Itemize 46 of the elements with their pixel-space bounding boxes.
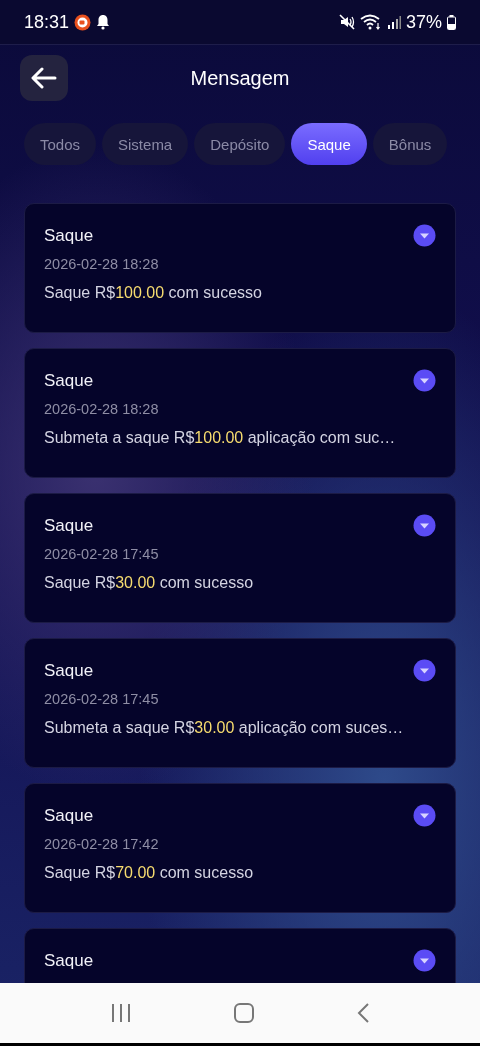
filter-tab[interactable]: Bônus	[372, 123, 448, 165]
battery-percentage: 37%	[405, 11, 442, 33]
status-time: 18:31	[24, 11, 70, 33]
message-card[interactable]: Saque 2026-02-28 17:42 Saque R$70.00 com sucesso	[24, 783, 456, 913]
expand-icon[interactable]	[413, 224, 436, 247]
signal-icon	[386, 15, 401, 29]
expand-icon[interactable]	[413, 949, 436, 972]
filter-tab[interactable]: Todos	[24, 123, 97, 165]
message-card[interactable]: Saque 2026-02-28 17:45 Submeta a saque R$30.00 aplicação com suces…	[24, 638, 456, 768]
filter-tab[interactable]: Sistema	[102, 123, 189, 165]
message-title: Saque	[44, 660, 94, 681]
expand-icon[interactable]	[413, 369, 436, 392]
message-text: Saque R$100.00 com sucesso	[44, 284, 263, 302]
expand-icon[interactable]	[413, 514, 436, 537]
message-text: Saque R$70.00 com sucesso	[44, 864, 255, 882]
filter-tab[interactable]: Saque	[291, 123, 367, 165]
message-date: 2026-02-28 17:42	[44, 836, 160, 852]
message-title: Saque	[44, 370, 94, 391]
message-date: 2026-02-28 18:28	[44, 401, 160, 417]
home-icon[interactable]	[233, 1002, 255, 1024]
message-title: Saque	[44, 515, 94, 536]
filter-tab[interactable]: Depósito	[194, 123, 286, 165]
message-date: 2026-02-28 17:45	[44, 691, 160, 707]
recent-apps-icon[interactable]	[110, 1003, 133, 1023]
message-title: Saque	[44, 225, 94, 246]
message-text: Submeta a saque R$100.00 aplicação com suc…	[44, 429, 397, 447]
message-card[interactable]: Saque 2026-02-28 17:45 Saque R$30.00 com sucesso	[24, 493, 456, 623]
back-button[interactable]	[20, 55, 68, 101]
back-arrow-icon	[31, 67, 57, 89]
message-date: 2026-02-28 18:28	[44, 256, 160, 272]
message-text: Submeta a saque R$30.00 aplicação com suces…	[44, 719, 405, 737]
wifi-icon	[359, 14, 382, 30]
battery-icon	[447, 14, 456, 30]
back-icon[interactable]	[355, 1002, 370, 1024]
message-text: Saque R$30.00 com sucesso	[44, 574, 255, 592]
expand-icon[interactable]	[413, 659, 436, 682]
mute-icon	[338, 14, 355, 30]
expand-icon[interactable]	[413, 804, 436, 827]
message-title: Saque	[44, 950, 94, 971]
page-title: Mensagem	[190, 66, 290, 90]
message-card[interactable]: Saque 2026-02-28 18:28 Saque R$100.00 com sucesso	[24, 203, 456, 333]
message-title: Saque	[44, 805, 94, 826]
bell-icon	[96, 14, 111, 30]
message-card[interactable]: Saque	[24, 928, 456, 983]
message-date: 2026-02-28 17:45	[44, 546, 160, 562]
message-card[interactable]: Saque 2026-02-28 18:28 Submeta a saque R$100.00 aplicação com suc…	[24, 348, 456, 478]
